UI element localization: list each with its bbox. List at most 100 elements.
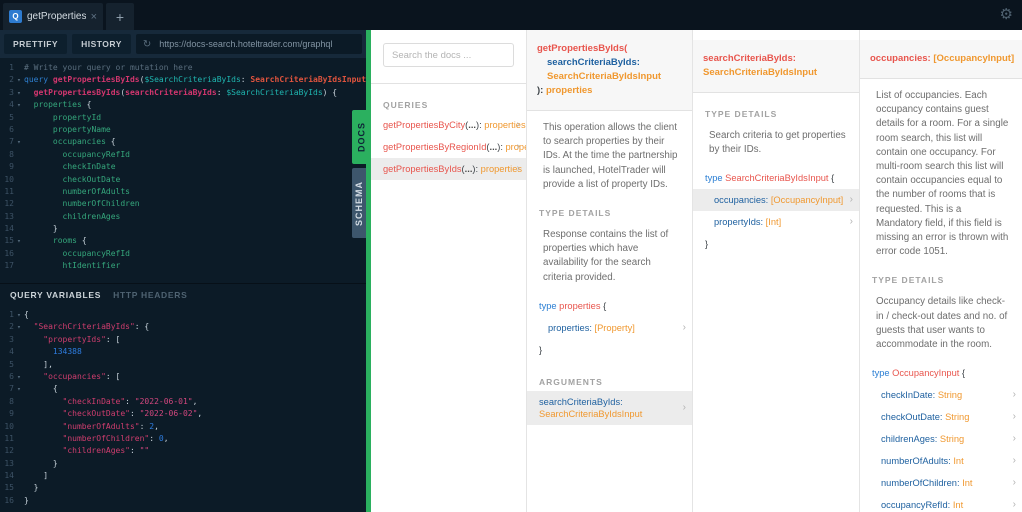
line-number: 15 xyxy=(4,483,14,493)
type-field-row[interactable]: propertyIds: [Int] › xyxy=(693,211,859,233)
type-field-row[interactable]: checkInDate: String › xyxy=(860,384,1022,406)
line-number: 13 xyxy=(4,211,14,221)
code-line: 8 occupancyRefId xyxy=(0,149,366,161)
variables-tabs: QUERY VARIABLES HTTP HEADERS xyxy=(0,284,366,305)
gutter-spacer xyxy=(14,124,24,136)
chevron-right-icon: › xyxy=(1012,499,1016,511)
history-button[interactable]: HISTORY xyxy=(72,34,131,54)
line-number: 10 xyxy=(4,421,14,431)
query-tab[interactable]: Q getPropertiesByIds × xyxy=(3,3,103,30)
tab-query-variables[interactable]: QUERY VARIABLES xyxy=(10,290,101,300)
gutter-spacer xyxy=(14,62,24,74)
query-editor[interactable]: 1 # Write your query or mutation here 2 ▾ qu… xyxy=(0,58,366,287)
endpoint-url-bar[interactable]: ↻ xyxy=(135,34,362,54)
docs-side-tab[interactable]: DOCS xyxy=(352,110,371,164)
fold-arrow-icon[interactable]: ▾ xyxy=(14,383,24,395)
fold-arrow-icon[interactable]: ▾ xyxy=(14,99,24,111)
line-number: 8 xyxy=(9,396,14,406)
chevron-right-icon: › xyxy=(849,194,853,206)
type-field-row[interactable]: numberOfAdults: Int › xyxy=(860,450,1022,472)
query-list-item[interactable]: getPropertiesByRegionId(...): properties… xyxy=(371,136,526,158)
gutter-spacer xyxy=(14,396,24,408)
code-line: 4 ▾ properties { xyxy=(0,99,366,111)
gutter-spacer xyxy=(14,186,24,198)
code-line: 12 numberOfChildren xyxy=(0,198,366,210)
prettify-button[interactable]: PRETTIFY xyxy=(4,34,68,54)
new-tab-button[interactable]: + xyxy=(106,3,134,30)
fold-arrow-icon[interactable]: ▾ xyxy=(14,321,24,333)
line-number: 12 xyxy=(4,446,14,456)
code-line: 4 134388 xyxy=(0,346,366,358)
fold-arrow-icon[interactable]: ▾ xyxy=(14,74,24,86)
docs-explorer: QUERIES getPropertiesByCity(...): propert… xyxy=(371,30,1022,512)
gutter-spacer xyxy=(14,433,24,445)
section-label: QUERIES xyxy=(383,100,429,110)
code-line: 11 numberOfAdults xyxy=(0,186,366,198)
fold-arrow-icon[interactable]: ▾ xyxy=(14,309,24,321)
settings-gear-icon[interactable]: ⚙ xyxy=(1000,5,1013,25)
endpoint-url-input[interactable] xyxy=(157,38,355,50)
doc-item-header: getPropertiesByIds(searchCriteriaByIds: S… xyxy=(527,30,692,111)
fold-arrow-icon[interactable]: ▾ xyxy=(14,235,24,247)
chevron-right-icon: › xyxy=(1012,389,1016,401)
gutter-spacer xyxy=(14,458,24,470)
code-line: 11 "numberOfChildren": 0, xyxy=(0,433,366,445)
gutter-spacer xyxy=(14,174,24,186)
type-field-row[interactable]: properties: [Property] › xyxy=(527,317,692,339)
line-number: 1 xyxy=(9,310,14,319)
queries-list: QUERIES getPropertiesByCity(...): propert… xyxy=(371,100,526,180)
gutter-spacer xyxy=(14,334,24,346)
tab-close-icon[interactable]: × xyxy=(91,11,97,23)
tab-http-headers[interactable]: HTTP HEADERS xyxy=(113,290,187,300)
line-number: 2 xyxy=(9,75,14,85)
line-number: 15 xyxy=(4,236,14,246)
description-text: List of occupancies. Each occupancy cont… xyxy=(876,90,1009,258)
gutter-spacer xyxy=(14,149,24,161)
query-list-item[interactable]: getPropertiesByIds(...): properties › xyxy=(371,158,526,180)
query-type-badge: Q xyxy=(9,10,22,23)
reload-icon[interactable]: ↻ xyxy=(143,39,151,50)
line-number: 5 xyxy=(9,112,14,122)
gutter-spacer xyxy=(14,408,24,420)
variables-editor[interactable]: 1 ▾{2 ▾ "SearchCriteriaByIds": {3 "propert… xyxy=(0,305,366,507)
gutter-spacer xyxy=(14,198,24,210)
fold-arrow-icon[interactable]: ▾ xyxy=(14,371,24,383)
query-list-item[interactable]: getPropertiesByCity(...): properties › xyxy=(371,114,526,136)
line-number: 13 xyxy=(4,458,14,468)
search-section xyxy=(371,30,526,84)
doc-column-root: QUERIES getPropertiesByCity(...): propert… xyxy=(371,30,527,512)
line-number: 14 xyxy=(4,471,14,481)
line-number: 2 xyxy=(9,322,14,332)
line-number: 6 xyxy=(9,124,14,134)
section-label: TYPE DETAILS xyxy=(539,208,612,219)
type-field-row[interactable]: numberOfChildren: Int › xyxy=(860,472,1022,494)
line-number: 10 xyxy=(4,174,14,184)
fold-arrow-icon[interactable]: ▾ xyxy=(14,87,24,99)
argument-row[interactable]: searchCriteriaByIds: SearchCriteriaByIdsI… xyxy=(527,390,692,425)
doc-column-argument: searchCriteriaByIds: SearchCriteriaByIdsI… xyxy=(693,30,860,512)
chevron-right-icon: › xyxy=(1012,433,1016,445)
type-field-row[interactable]: childrenAges: String › xyxy=(860,428,1022,450)
docs-search-input[interactable] xyxy=(383,43,514,67)
doc-column-operation: getPropertiesByIds(searchCriteriaByIds: S… xyxy=(527,30,693,512)
type-field-row[interactable]: occupancyRefId: Int › xyxy=(860,494,1022,512)
gutter-spacer xyxy=(14,112,24,124)
chevron-right-icon: › xyxy=(516,163,520,174)
chevron-right-icon: › xyxy=(1012,411,1016,423)
line-number: 9 xyxy=(9,409,14,419)
section-label: TYPE DETAILS xyxy=(872,275,945,286)
chevron-right-icon: › xyxy=(849,216,853,228)
code-line: 13 } xyxy=(0,458,366,470)
code-line: 17 htIdentifier xyxy=(0,260,366,272)
type-field-row[interactable]: checkOutDate: String › xyxy=(860,406,1022,428)
fold-arrow-icon[interactable]: ▾ xyxy=(14,136,24,148)
line-number: 3 xyxy=(9,334,14,344)
code-line: 6 ▾ "occupancies": [ xyxy=(0,371,366,383)
gutter-spacer xyxy=(14,248,24,260)
schema-side-tab[interactable]: SCHEMA xyxy=(352,168,366,238)
doc-column-field: occupancies: [OccupancyInput] List of occ… xyxy=(860,30,1022,512)
code-line: 6 propertyName xyxy=(0,124,366,136)
type-close-brace: } xyxy=(705,239,709,250)
type-field-row[interactable]: occupancies: [OccupancyInput] › xyxy=(693,189,859,212)
line-number: 11 xyxy=(4,186,14,196)
